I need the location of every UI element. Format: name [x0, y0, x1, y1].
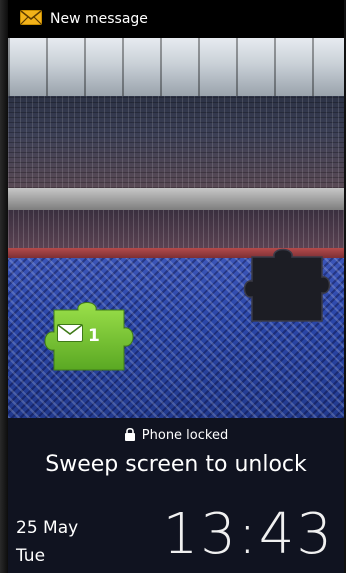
message-icon	[57, 324, 83, 346]
stadium-roof	[8, 38, 344, 96]
status-bar: New message	[8, 0, 344, 38]
clock-time: 13:43	[162, 502, 334, 567]
message-puzzle-piece[interactable]: 1	[32, 300, 148, 378]
device-bezel	[0, 0, 8, 573]
padlock-icon	[124, 426, 136, 445]
envelope-icon	[20, 9, 42, 29]
upper-stand	[8, 96, 344, 188]
sweep-instruction[interactable]: Sweep screen to unlock	[8, 452, 344, 484]
date-block: 25 May Tue	[16, 514, 78, 570]
lock-status: Phone locked	[8, 424, 344, 446]
weekday-label: Tue	[16, 546, 46, 566]
stand-band	[8, 188, 344, 210]
lock-screen[interactable]: New message 1 Phone locked Sweep screen …	[8, 0, 344, 573]
date-label: 25 May	[16, 518, 79, 538]
puzzle-slot	[230, 245, 338, 329]
unread-count: 1	[88, 326, 100, 346]
phone-locked-label: Phone locked	[141, 427, 229, 443]
middle-stand	[8, 210, 344, 248]
notification-text[interactable]: New message	[50, 11, 148, 27]
